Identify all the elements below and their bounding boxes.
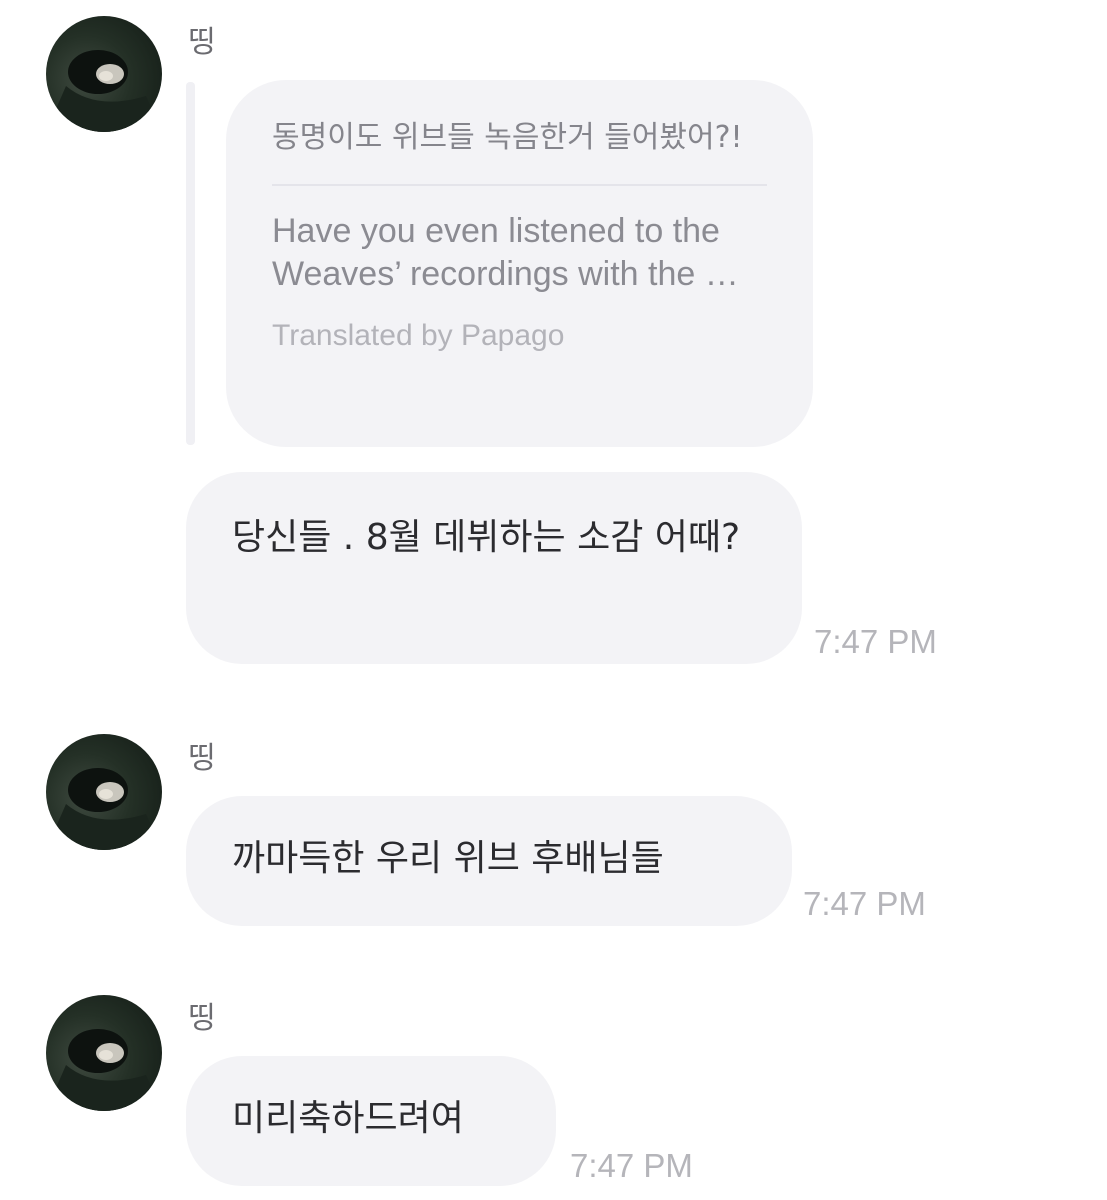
sender-avatar[interactable] xyxy=(46,995,162,1111)
message-bubble[interactable]: 미리축하드려여 xyxy=(186,1056,556,1186)
message-time: 7:47 PM xyxy=(814,623,937,660)
profile-photo-icon xyxy=(46,50,162,132)
message-text: 까마득한 우리 위브 후배님들 xyxy=(232,838,664,879)
message-text: 당신들 . 8월 데뷔하는 소감 어때? xyxy=(232,517,741,558)
quote-original-text: 동명이도 위브들 녹음한거 들어봤어?! xyxy=(272,120,743,155)
reply-quote-bar xyxy=(186,82,195,445)
sender-name: 띵 xyxy=(188,25,216,60)
message-bubble[interactable]: 당신들 . 8월 데뷔하는 소감 어때? xyxy=(186,472,802,664)
sender-avatar[interactable] xyxy=(46,734,162,850)
quote-divider xyxy=(272,184,767,186)
reply-quote-card[interactable]: 동명이도 위브들 녹음한거 들어봤어?! Have you even liste… xyxy=(226,80,813,447)
message-text: 미리축하드려여 xyxy=(232,1098,464,1139)
sender-name: 띵 xyxy=(188,1001,216,1036)
sender-avatar[interactable] xyxy=(46,16,162,132)
message-time: 7:47 PM xyxy=(803,885,926,922)
profile-photo-icon xyxy=(46,1029,162,1111)
message-time: 7:47 PM xyxy=(570,1147,693,1184)
message-bubble[interactable]: 까마득한 우리 위브 후배님들 xyxy=(186,796,792,926)
quote-translated-text: Have you even listened to the Weaves’ re… xyxy=(272,212,739,293)
sender-name: 띵 xyxy=(188,741,216,776)
profile-photo-icon xyxy=(46,768,162,850)
translation-credit: Translated by Papago xyxy=(272,319,565,352)
